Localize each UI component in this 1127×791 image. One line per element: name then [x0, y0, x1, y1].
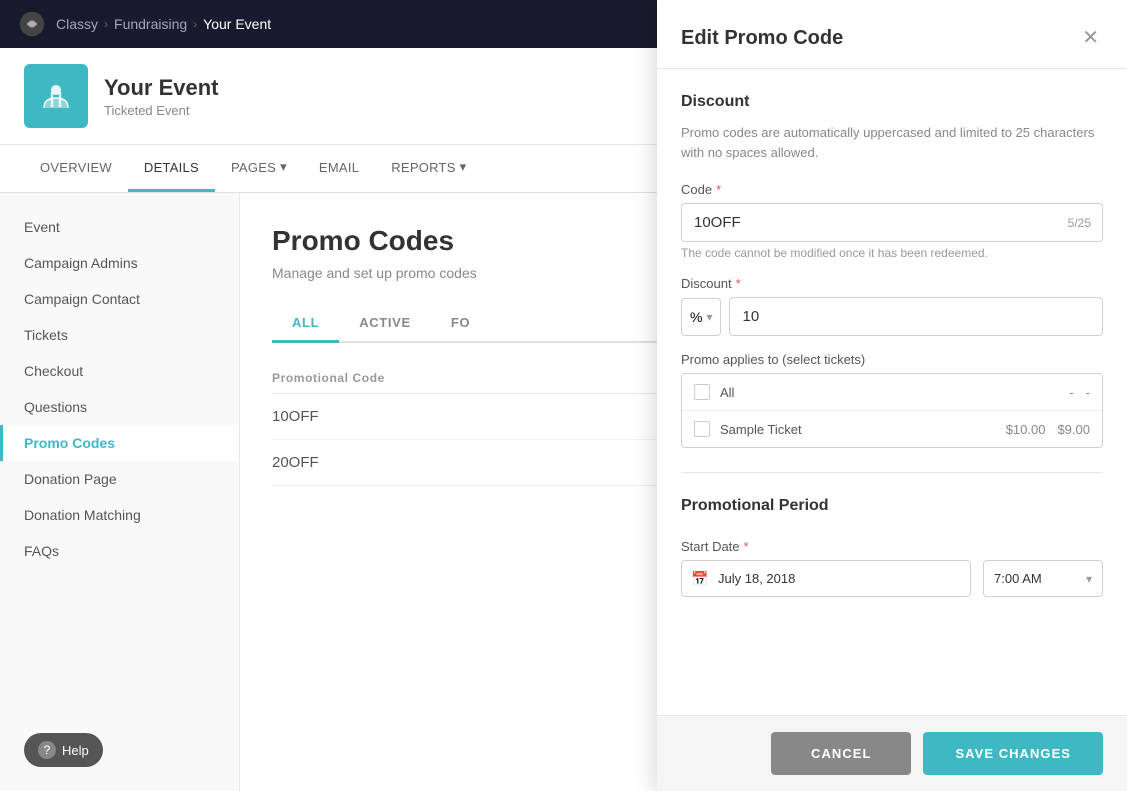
ticket-sample-price1: $10.00	[1006, 422, 1046, 437]
sidebar-item-promo-codes[interactable]: Promo Codes	[0, 425, 239, 461]
discount-row: % ▾	[681, 297, 1103, 336]
breadcrumb-sep-1: ›	[104, 17, 108, 31]
ticket-row-sample: Sample Ticket $10.00 $9.00	[682, 411, 1102, 447]
chevron-down-icon: ▾	[280, 159, 287, 175]
discount-section-desc: Promo codes are automatically uppercased…	[681, 123, 1103, 162]
campaign-icon	[24, 64, 88, 128]
code-field-note: The code cannot be modified once it has …	[681, 246, 1103, 260]
sidebar: Event Campaign Admins Campaign Contact T…	[0, 193, 240, 791]
start-date-row: 📅 7:00 AM ▾	[681, 560, 1103, 597]
edit-promo-modal: Edit Promo Code ✕ Discount Promo codes a…	[657, 0, 1127, 791]
char-count: 5/25	[1068, 216, 1091, 230]
code-required-star: *	[716, 182, 721, 197]
sidebar-item-event[interactable]: Event	[0, 209, 239, 245]
help-label: Help	[62, 743, 89, 758]
sub-tab-all[interactable]: ALL	[272, 305, 339, 343]
code-field-label: Code *	[681, 182, 1103, 197]
discount-value-input[interactable]	[729, 297, 1103, 336]
ticket-all-prices: - -	[1069, 385, 1090, 400]
discount-section-title: Discount	[681, 93, 1103, 111]
discount-required-star: *	[736, 276, 741, 291]
ticket-sample-checkbox[interactable]	[694, 421, 710, 437]
ticket-sample-price2: $9.00	[1057, 422, 1090, 437]
tab-pages[interactable]: PAGES ▾	[215, 145, 303, 192]
modal-title: Edit Promo Code	[681, 27, 843, 50]
ticket-sample-prices: $10.00 $9.00	[1006, 422, 1090, 437]
start-date-required-star: *	[744, 539, 749, 554]
save-button[interactable]: SAVE CHANGES	[923, 732, 1103, 775]
campaign-name: Your Event	[104, 75, 219, 101]
sidebar-item-questions[interactable]: Questions	[0, 389, 239, 425]
date-input-wrapper: 📅	[681, 560, 971, 597]
modal-body: Discount Promo codes are automatically u…	[657, 69, 1127, 715]
breadcrumb-home[interactable]: Classy	[56, 16, 98, 32]
chevron-down-icon: ▾	[706, 310, 712, 324]
sidebar-item-checkout[interactable]: Checkout	[0, 353, 239, 389]
ticket-all-name: All	[720, 385, 1059, 400]
time-select[interactable]: 7:00 AM ▾	[983, 560, 1103, 597]
chevron-down-icon-reports: ▾	[460, 159, 467, 175]
modal-close-button[interactable]: ✕	[1078, 24, 1103, 52]
ticket-select-box: All - - Sample Ticket $10.00 $9.00	[681, 373, 1103, 448]
tab-email[interactable]: EMAIL	[303, 146, 375, 192]
cancel-button[interactable]: CANCEL	[771, 732, 911, 775]
chevron-down-icon-time: ▾	[1086, 572, 1092, 586]
modal-footer: CANCEL SAVE CHANGES	[657, 715, 1127, 791]
sidebar-item-campaign-contact[interactable]: Campaign Contact	[0, 281, 239, 317]
ticket-row-all: All - -	[682, 374, 1102, 411]
section-divider	[681, 472, 1103, 473]
help-button[interactable]: ? Help	[24, 733, 103, 767]
tab-details[interactable]: DETAILS	[128, 146, 215, 192]
tab-overview[interactable]: OVERVIEW	[24, 146, 128, 192]
ticket-all-price1: -	[1069, 385, 1073, 400]
breadcrumb: Classy › Fundraising › Your Event	[56, 16, 271, 32]
breadcrumb-section[interactable]: Fundraising	[114, 16, 187, 32]
code-input-wrapper: 5/25	[681, 203, 1103, 242]
start-date-label: Start Date *	[681, 539, 1103, 554]
breadcrumb-sep-2: ›	[193, 17, 197, 31]
campaign-type: Ticketed Event	[104, 103, 219, 118]
code-input[interactable]	[681, 203, 1103, 242]
modal-header: Edit Promo Code ✕	[657, 0, 1127, 69]
sidebar-item-tickets[interactable]: Tickets	[0, 317, 239, 353]
calendar-icon: 📅	[691, 570, 708, 587]
sidebar-item-faqs[interactable]: FAQs	[0, 533, 239, 569]
sub-tab-active[interactable]: ACTIVE	[339, 305, 431, 343]
discount-type-label: %	[690, 309, 702, 325]
ticket-all-price2: -	[1086, 385, 1090, 400]
period-section-title: Promotional Period	[681, 497, 1103, 515]
logo-icon	[16, 8, 48, 40]
sub-tab-for[interactable]: FO	[431, 305, 490, 343]
help-icon: ?	[38, 741, 56, 759]
sidebar-item-donation-matching[interactable]: Donation Matching	[0, 497, 239, 533]
applies-to-label: Promo applies to (select tickets)	[681, 352, 1103, 367]
sidebar-item-donation-page[interactable]: Donation Page	[0, 461, 239, 497]
sidebar-item-campaign-admins[interactable]: Campaign Admins	[0, 245, 239, 281]
tab-reports[interactable]: REPORTS ▾	[375, 145, 482, 192]
breadcrumb-current: Your Event	[203, 16, 271, 32]
start-date-input[interactable]	[681, 560, 971, 597]
discount-field-label: Discount *	[681, 276, 1103, 291]
start-time-value: 7:00 AM	[994, 571, 1042, 586]
campaign-info: Your Event Ticketed Event	[104, 75, 219, 118]
discount-type-select[interactable]: % ▾	[681, 298, 721, 336]
ticket-all-checkbox[interactable]	[694, 384, 710, 400]
ticket-sample-name: Sample Ticket	[720, 422, 996, 437]
